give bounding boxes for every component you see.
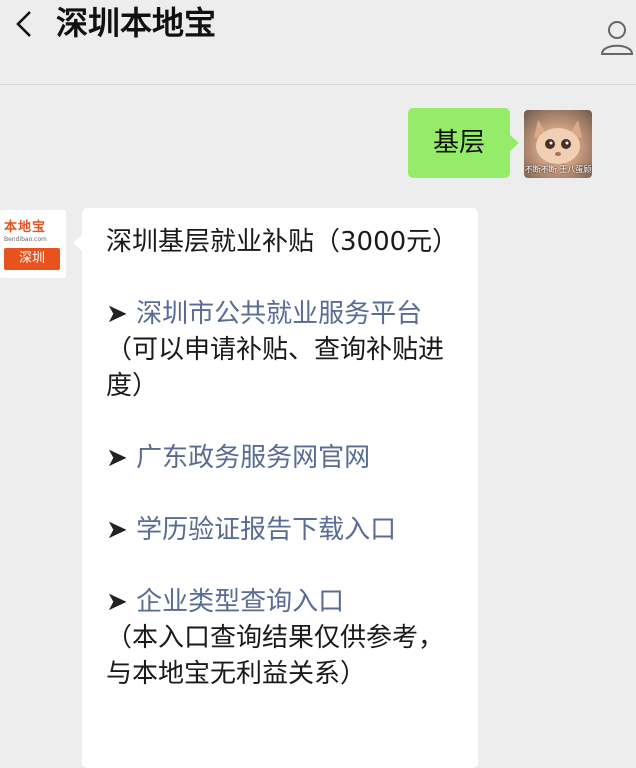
logo-subtext: Bendibao.com xyxy=(4,236,47,243)
list-item: ➤ 学历验证报告下载入口 xyxy=(106,512,456,548)
logo-city-tag: 深圳 xyxy=(4,248,60,270)
avatar-caption: 不断不断 王八蛋顾 xyxy=(524,165,592,174)
link-company-type-query[interactable]: 企业类型查询入口 xyxy=(136,587,344,617)
chat-title: 深圳本地宝 xyxy=(56,4,217,42)
arrow-bullet: ➤ xyxy=(106,587,128,617)
incoming-bubble: 深圳基层就业补贴（3000元） ➤ 深圳市公共就业服务平台 （可以申请补贴、查询… xyxy=(73,208,478,768)
link-degree-report[interactable]: 学历验证报告下载入口 xyxy=(136,515,396,545)
arrow-bullet: ➤ xyxy=(106,299,128,329)
user-avatar[interactable]: 不断不断 王八蛋顾 xyxy=(524,110,592,178)
bendibao-avatar[interactable]: 本地宝 Bendibao.com 深圳 xyxy=(0,210,66,278)
chat-header: 深圳本地宝 xyxy=(0,0,636,85)
profile-icon[interactable] xyxy=(598,16,636,58)
link-gd-gov-service[interactable]: 广东政务服务网官网 xyxy=(136,443,370,473)
back-arrow-icon[interactable] xyxy=(10,6,38,42)
link-employment-platform[interactable]: 深圳市公共就业服务平台 xyxy=(136,299,422,329)
message-body: 深圳基层就业补贴（3000元） ➤ 深圳市公共就业服务平台 （可以申请补贴、查询… xyxy=(106,224,459,692)
logo-text: 本地宝 xyxy=(4,220,47,235)
outgoing-bubble[interactable]: 基层 xyxy=(408,108,519,178)
item-note: （本入口查询结果仅供参考，与本地宝无利益关系） xyxy=(106,623,445,689)
list-item: ➤ 深圳市公共就业服务平台 （可以申请补贴、查询补贴进度） xyxy=(106,296,456,404)
arrow-bullet: ➤ xyxy=(106,443,128,473)
list-item: ➤ 企业类型查询入口 （本入口查询结果仅供参考，与本地宝无利益关系） xyxy=(106,584,456,692)
item-note: （可以申请补贴、查询补贴进度） xyxy=(106,335,445,401)
message-title: 深圳基层就业补贴（3000元） xyxy=(106,227,459,257)
list-item: ➤ 广东政务服务网官网 xyxy=(106,440,456,476)
arrow-bullet: ➤ xyxy=(106,515,128,545)
